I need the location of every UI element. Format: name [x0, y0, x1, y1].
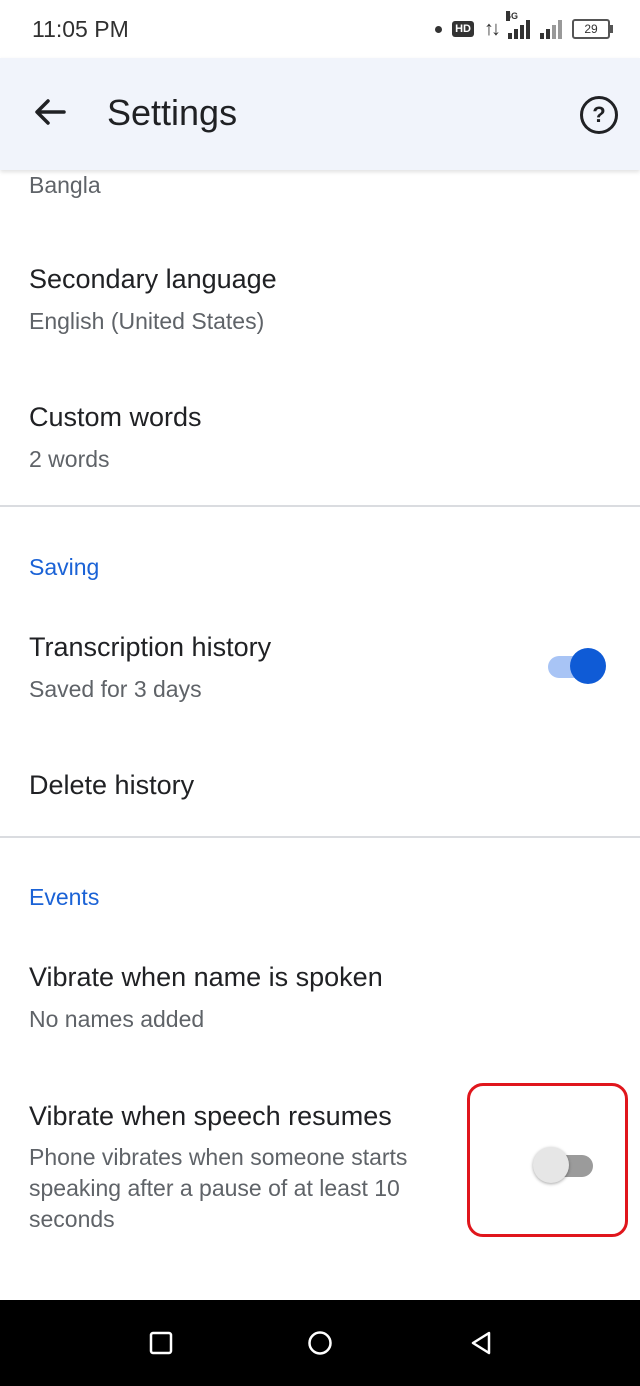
vibrate-speech-desc-line1: Phone vibrates when someone starts	[29, 1144, 408, 1170]
secondary-language-value: English (United States)	[29, 308, 265, 334]
vibrate-name-item[interactable]: Vibrate when name is spoken No names add…	[0, 948, 640, 1048]
custom-words-title: Custom words	[29, 402, 202, 432]
app-bar: Settings ?	[0, 58, 640, 170]
nav-back-icon[interactable]	[468, 1330, 494, 1356]
secondary-language-item[interactable]: Secondary language English (United State…	[0, 250, 640, 350]
secondary-language-title: Secondary language	[29, 264, 277, 294]
back-arrow-icon[interactable]	[30, 92, 70, 132]
nav-home-icon[interactable]	[307, 1330, 333, 1356]
battery-icon: 29	[572, 19, 613, 39]
events-section-header: Events	[29, 884, 100, 910]
transcription-history-item[interactable]: Transcription history Saved for 3 days	[0, 618, 640, 718]
nav-recents-icon[interactable]	[148, 1330, 174, 1356]
delete-history-title: Delete history	[29, 770, 195, 800]
network-type-label: 4G	[506, 11, 519, 21]
divider	[0, 505, 640, 507]
transcription-history-value: Saved for 3 days	[29, 676, 202, 702]
custom-words-value: 2 words	[29, 446, 110, 472]
status-time: 11:05 PM	[32, 16, 129, 42]
divider	[0, 836, 640, 838]
transcription-history-title: Transcription history	[29, 632, 272, 662]
toggle-thumb	[570, 648, 606, 684]
page-title: Settings	[107, 92, 238, 133]
primary-language-item[interactable]: Bangla	[0, 170, 640, 220]
status-bar: 11:05 PM HD ↑↓ 4G 29	[0, 0, 640, 58]
custom-words-item[interactable]: Custom words 2 words	[0, 388, 640, 488]
vibrate-speech-desc-line2: speaking after a pause of at least 10	[29, 1175, 400, 1201]
signal-icon	[540, 19, 562, 39]
signal-4g-icon: 4G	[506, 11, 530, 39]
data-activity-icon: ↑↓	[484, 17, 501, 40]
vibrate-speech-desc-line3: seconds	[29, 1206, 115, 1232]
notification-dot-icon	[435, 25, 443, 33]
help-icon[interactable]: ?	[580, 96, 618, 134]
vibrate-speech-title: Vibrate when speech resumes	[29, 1101, 392, 1131]
saving-section-header: Saving	[29, 554, 100, 580]
primary-language-value: Bangla	[29, 172, 101, 198]
vibrate-name-title: Vibrate when name is spoken	[29, 962, 383, 992]
vibrate-name-value: No names added	[29, 1006, 205, 1032]
battery-level: 29	[584, 22, 598, 36]
status-icons: HD ↑↓ 4G 29	[435, 11, 613, 44]
highlight-box	[467, 1083, 628, 1237]
hd-icon: HD	[452, 21, 474, 37]
delete-history-item[interactable]: Delete history	[0, 756, 640, 836]
system-nav-bar	[0, 1300, 640, 1386]
transcription-history-toggle[interactable]	[548, 646, 606, 688]
